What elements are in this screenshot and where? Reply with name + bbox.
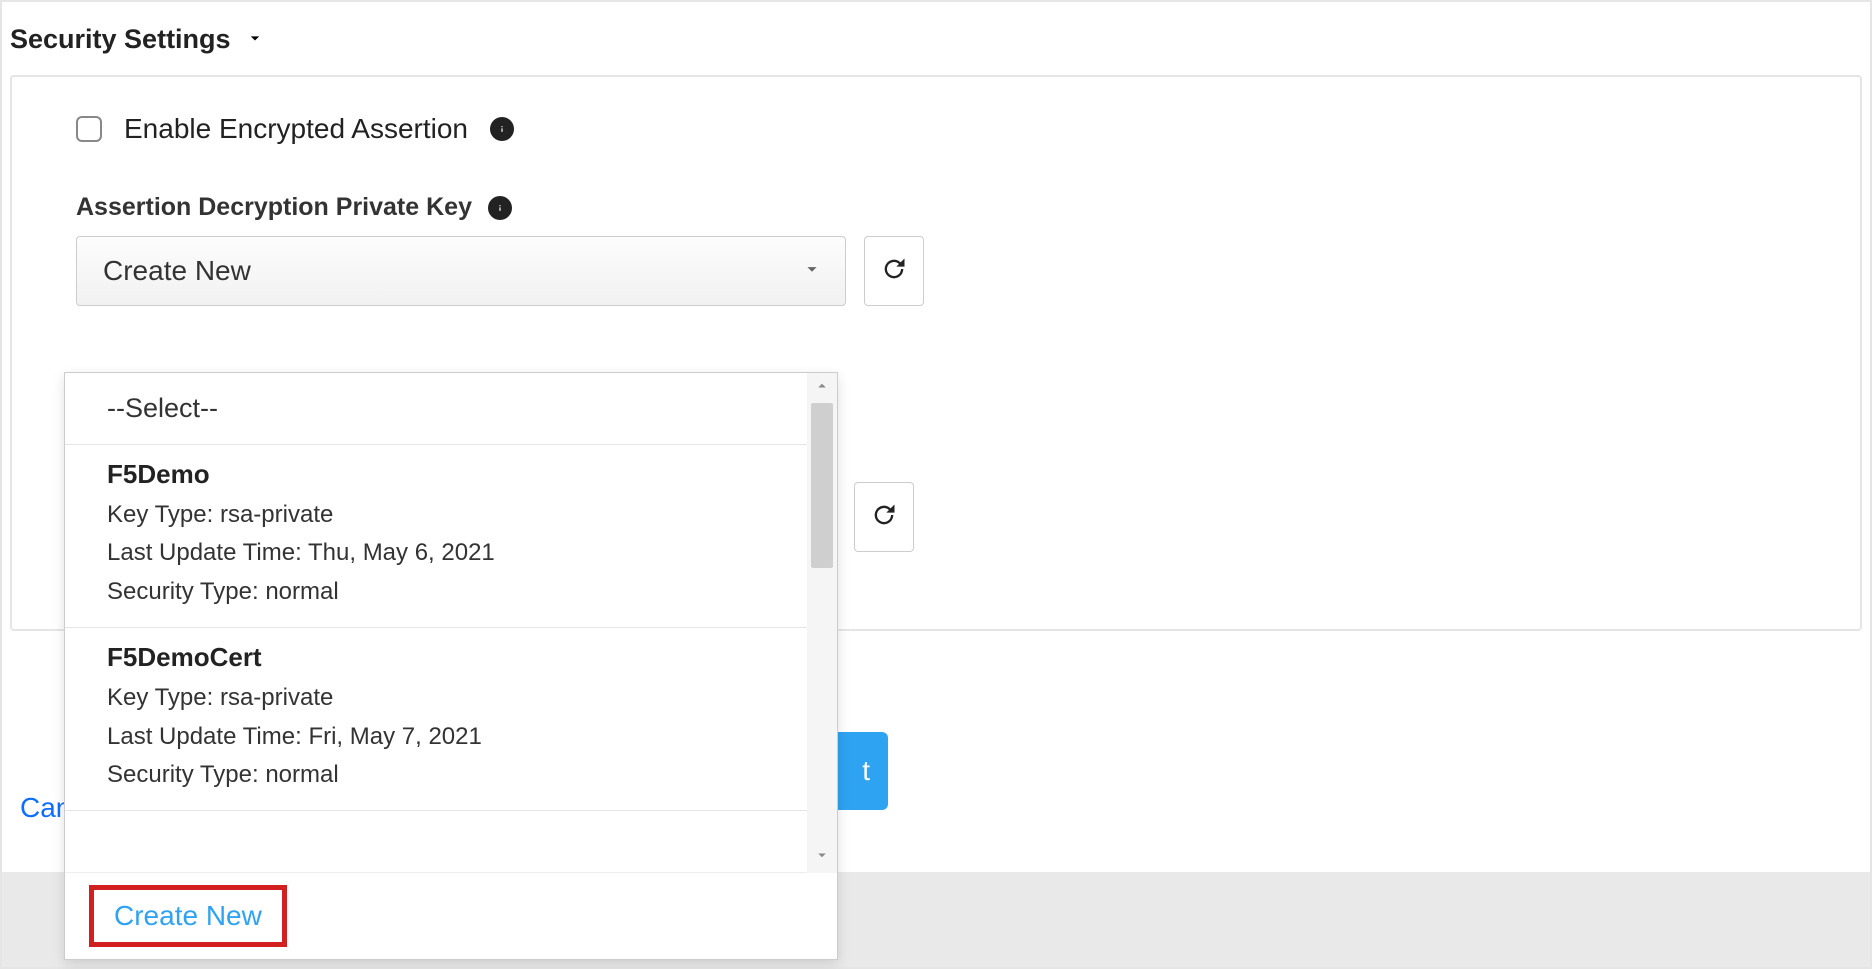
last-update-value: Thu, May 6, 2021 — [308, 539, 495, 566]
last-update-label: Last Update Time: — [107, 723, 302, 750]
security-type-line: Security Type: normal — [107, 756, 781, 794]
dropdown-footer: Create New — [65, 873, 837, 959]
key-type-line: Key Type: rsa-private — [107, 496, 781, 534]
decrypt-key-label-row: Assertion Decryption Private Key — [76, 193, 1796, 222]
dropdown-scrollbar[interactable] — [807, 373, 837, 873]
dropdown-placeholder-label: --Select-- — [107, 393, 218, 423]
decrypt-key-select[interactable]: Create New — [76, 236, 846, 306]
refresh-button-2[interactable] — [854, 482, 914, 552]
security-type-label: Security Type: — [107, 761, 259, 788]
dropdown-body: --Select-- F5Demo Key Type: rsa-private … — [65, 373, 807, 873]
last-update-line: Last Update Time: Thu, May 6, 2021 — [107, 534, 781, 572]
key-type-line: Key Type: rsa-private — [107, 679, 781, 717]
dropdown-option[interactable]: F5DemoCert Key Type: rsa-private Last Up… — [65, 628, 807, 811]
security-type-value: normal — [265, 578, 338, 605]
dropdown-option[interactable]: F5Demo Key Type: rsa-private Last Update… — [65, 445, 807, 628]
caret-down-icon — [245, 24, 265, 55]
refresh-button[interactable] — [864, 236, 924, 306]
enable-encrypted-label: Enable Encrypted Assertion — [124, 113, 468, 145]
key-type-label: Key Type: — [107, 684, 213, 711]
last-update-label: Last Update Time: — [107, 539, 302, 566]
info-icon[interactable] — [490, 117, 514, 141]
chevron-down-icon — [801, 255, 823, 287]
decrypt-key-select-row: Create New — [76, 236, 1796, 306]
decrypt-key-select-value: Create New — [103, 255, 251, 287]
security-type-line: Security Type: normal — [107, 573, 781, 611]
dropdown-option-name: F5Demo — [107, 459, 781, 490]
second-refresh-wrapper — [854, 482, 914, 552]
scroll-down-icon — [813, 846, 831, 869]
refresh-icon — [870, 501, 898, 534]
key-type-value: rsa-private — [220, 501, 333, 528]
scroll-thumb[interactable] — [811, 403, 833, 568]
refresh-icon — [880, 255, 908, 288]
decrypt-key-label: Assertion Decryption Private Key — [76, 193, 472, 222]
dropdown-option-name: F5DemoCert — [107, 642, 781, 673]
last-update-value: Fri, May 7, 2021 — [308, 723, 481, 750]
dropdown-placeholder[interactable]: --Select-- — [65, 373, 807, 445]
enable-encrypted-row: Enable Encrypted Assertion — [76, 113, 1796, 145]
security-type-label: Security Type: — [107, 578, 259, 605]
create-new-option[interactable]: Create New — [89, 885, 287, 947]
section-title: Security Settings — [10, 24, 231, 55]
last-update-line: Last Update Time: Fri, May 7, 2021 — [107, 718, 781, 756]
enable-encrypted-checkbox[interactable] — [76, 116, 102, 142]
scroll-up-icon — [813, 377, 831, 400]
section-header[interactable]: Security Settings — [2, 2, 1870, 65]
key-type-label: Key Type: — [107, 501, 213, 528]
info-icon[interactable] — [488, 196, 512, 220]
key-type-value: rsa-private — [220, 684, 333, 711]
decrypt-key-dropdown: --Select-- F5Demo Key Type: rsa-private … — [64, 372, 838, 960]
security-type-value: normal — [265, 761, 338, 788]
